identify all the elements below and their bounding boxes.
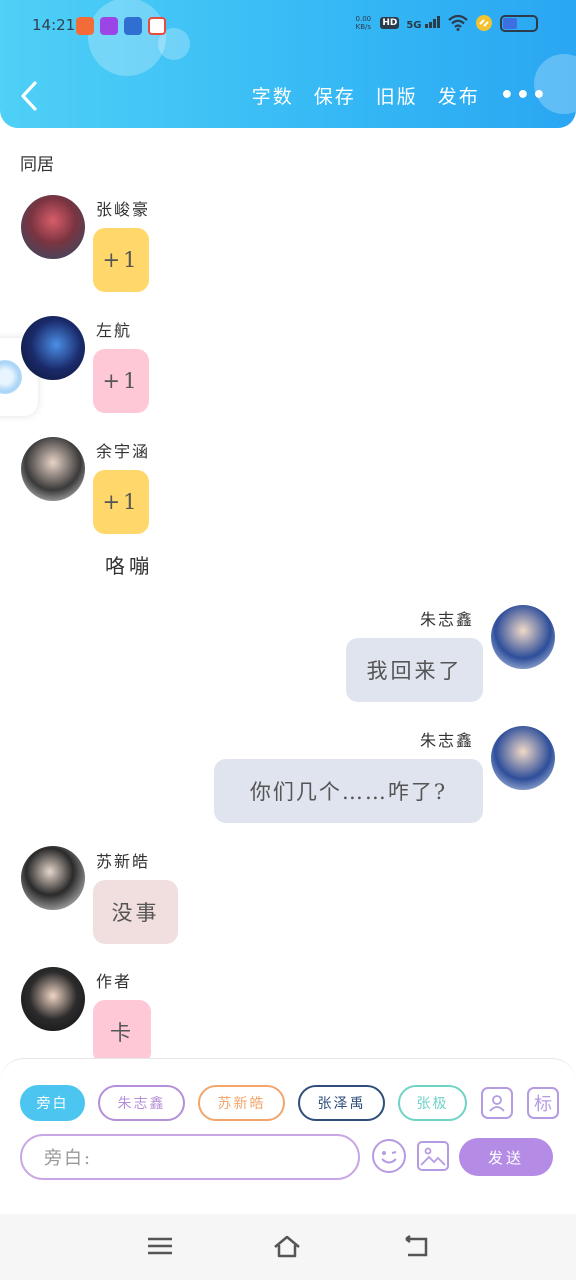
sender-name: 作者 xyxy=(96,972,133,991)
send-button[interactable]: 发送 xyxy=(459,1138,553,1176)
composer-panel: 旁白 朱志鑫 苏新皓 张泽禹 张极 标 旁白: 发送 xyxy=(0,1058,576,1214)
role-chip-narrator[interactable]: 旁白 xyxy=(20,1085,85,1121)
tag-button[interactable]: 标 xyxy=(527,1087,559,1119)
sender-name: 左航 xyxy=(96,321,133,340)
avatar[interactable] xyxy=(491,605,555,669)
message-bubble[interactable]: 你们几个……咋了? xyxy=(214,759,483,823)
message-bubble[interactable]: 没事 xyxy=(93,880,178,944)
system-nav-bar xyxy=(0,1214,576,1280)
home-nav-button[interactable] xyxy=(272,1234,302,1260)
message-bubble[interactable]: +1 xyxy=(93,228,149,292)
wifi-icon xyxy=(448,15,468,31)
hd-icon: HD xyxy=(380,17,400,29)
avatar[interactable] xyxy=(21,967,85,1031)
menu-icon xyxy=(148,1237,172,1255)
menu-nav-button[interactable] xyxy=(146,1234,176,1260)
signal-label: 5G xyxy=(406,19,422,31)
back-button[interactable] xyxy=(18,80,44,114)
avatar[interactable] xyxy=(21,195,85,259)
sender-name: 苏新皓 xyxy=(96,852,151,871)
battery-icon xyxy=(500,14,538,32)
avatar[interactable] xyxy=(21,846,85,910)
header: 14:21 0.00 KB/s HD 5G 字数 保存 旧版 发布 ••• xyxy=(0,0,576,128)
network-speed: 0.00 KB/s xyxy=(353,15,373,31)
return-icon xyxy=(405,1235,428,1257)
avatar[interactable] xyxy=(21,316,85,380)
message-bubble[interactable]: +1 xyxy=(93,470,149,534)
assistant-icon xyxy=(0,360,22,394)
sender-name: 张峻豪 xyxy=(96,200,151,219)
weibo-app-icon xyxy=(148,17,166,35)
avatar[interactable] xyxy=(21,437,85,501)
chat-title: 同居 xyxy=(20,155,54,175)
game-app-icon xyxy=(100,17,118,35)
sender-name: 朱志鑫 xyxy=(420,610,475,629)
message-app-icon xyxy=(124,17,142,35)
image-icon[interactable] xyxy=(417,1141,449,1171)
person-icon xyxy=(489,1095,505,1112)
message-input[interactable]: 旁白: xyxy=(20,1134,360,1180)
home-icon xyxy=(274,1235,300,1258)
smile-icon xyxy=(381,1151,397,1164)
network-speed-value: 0.00 xyxy=(355,15,372,23)
signal-icon: 5G xyxy=(406,15,441,31)
sender-name: 余宇涵 xyxy=(96,442,151,461)
network-speed-unit: KB/s xyxy=(355,23,372,31)
message-bubble[interactable]: 我回来了 xyxy=(346,638,483,702)
role-chip[interactable]: 张极 xyxy=(398,1085,467,1121)
taobao-app-icon xyxy=(76,17,94,35)
link-icon xyxy=(476,15,492,31)
signal-bars-icon xyxy=(425,15,440,28)
publish-button[interactable]: 发布 xyxy=(438,82,480,109)
status-right: 0.00 KB/s HD 5G xyxy=(353,14,538,32)
header-actions: 字数 保存 旧版 发布 ••• xyxy=(252,82,548,109)
role-chip[interactable]: 苏新皓 xyxy=(198,1085,285,1121)
message-bubble[interactable]: 卡 xyxy=(93,1000,151,1064)
role-chip[interactable]: 张泽禹 xyxy=(298,1085,385,1121)
avatar[interactable] xyxy=(491,726,555,790)
chat-editor-screen: 14:21 0.00 KB/s HD 5G 字数 保存 旧版 发布 ••• 同居… xyxy=(0,0,576,1280)
role-chip[interactable]: 朱志鑫 xyxy=(98,1085,185,1121)
old-version-button[interactable]: 旧版 xyxy=(376,82,418,109)
status-time: 14:21 xyxy=(32,16,76,34)
word-count-button[interactable]: 字数 xyxy=(252,82,294,109)
chevron-left-icon xyxy=(21,81,37,111)
status-app-icons xyxy=(76,17,166,35)
picture-icon xyxy=(420,1147,446,1166)
more-menu-button[interactable]: ••• xyxy=(500,83,548,108)
role-selector: 旁白 朱志鑫 苏新皓 张泽禹 张极 xyxy=(20,1085,467,1121)
status-bar: 14:21 0.00 KB/s HD 5G xyxy=(0,0,576,52)
message-bubble[interactable]: +1 xyxy=(93,349,149,413)
back-nav-button[interactable] xyxy=(402,1234,432,1260)
save-button[interactable]: 保存 xyxy=(314,82,356,109)
narration-text[interactable]: 咯嘣 xyxy=(105,550,153,579)
contacts-icon[interactable] xyxy=(481,1087,513,1119)
sender-name: 朱志鑫 xyxy=(420,731,475,750)
emoji-icon[interactable] xyxy=(372,1139,406,1173)
